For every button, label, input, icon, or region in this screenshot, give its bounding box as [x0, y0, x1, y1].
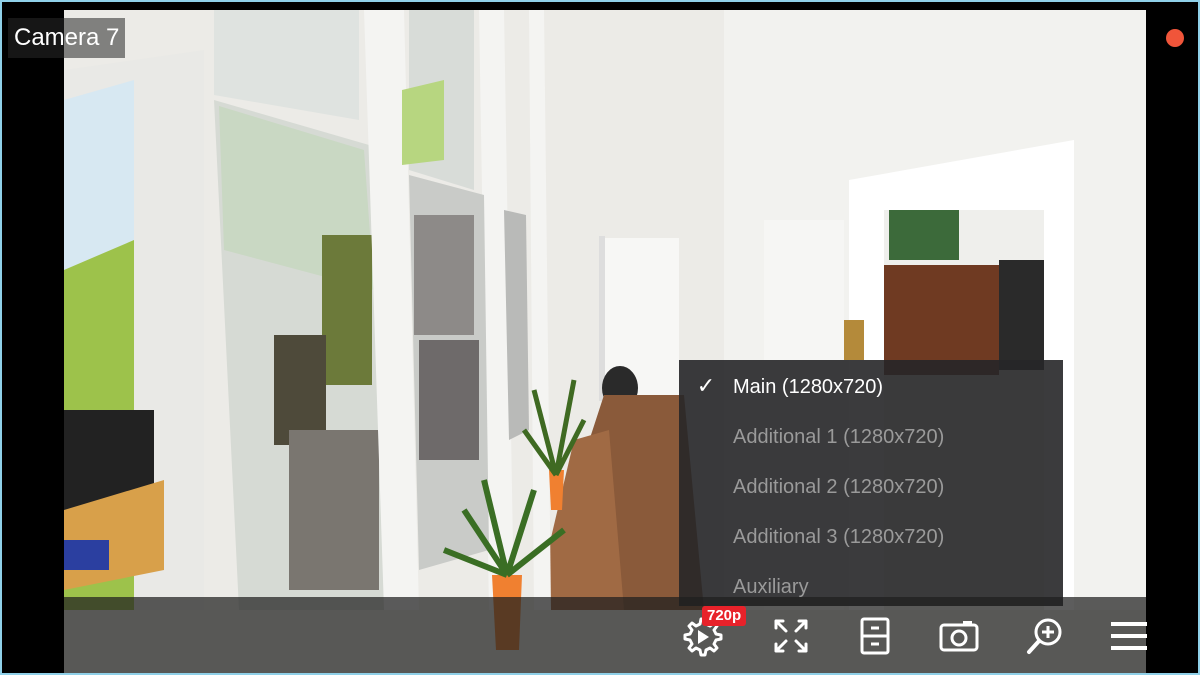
stream-menu: ✓ Main (1280x720) Additional 1 (1280x720… [679, 360, 1063, 606]
stream-menu-item-additional-2[interactable]: Additional 2 (1280x720) [679, 464, 1063, 510]
checkmark-icon: ✓ [696, 373, 716, 398]
stream-menu-item-label: Main (1280x720) [733, 376, 884, 398]
fullscreen-icon [774, 619, 808, 653]
stream-menu-item-label: Additional 3 (1280x720) [733, 526, 945, 548]
menu-icon [1111, 622, 1147, 650]
fullscreen-button[interactable] [766, 611, 816, 661]
stream-menu-item-additional-1[interactable]: Additional 1 (1280x720) [679, 414, 1063, 460]
archive-button[interactable] [850, 611, 900, 661]
stream-menu-item-main[interactable]: ✓ Main (1280x720) [679, 364, 1063, 410]
camera-toolbar [64, 597, 1147, 673]
snapshot-button[interactable] [934, 611, 984, 661]
stream-menu-item-label: Additional 2 (1280x720) [733, 476, 945, 498]
stream-menu-item-additional-3[interactable]: Additional 3 (1280x720) [679, 514, 1063, 560]
menu-button[interactable] [1104, 611, 1154, 661]
letterbox-left [2, 2, 64, 673]
camera-title: Camera 7 [8, 18, 126, 58]
resolution-badge: 720p [702, 606, 747, 626]
snapshot-icon [939, 621, 979, 652]
archive-icon [860, 617, 890, 655]
zoom-in-icon [1027, 618, 1062, 654]
recording-indicator [1166, 29, 1184, 47]
zoom-in-button[interactable] [1020, 611, 1070, 661]
camera-frame[interactable]: Camera 7 ✓ Main (1280x720) Additional 1 … [0, 0, 1200, 675]
letterbox-right [1144, 2, 1198, 673]
stream-menu-item-label: Additional 1 (1280x720) [733, 426, 945, 448]
